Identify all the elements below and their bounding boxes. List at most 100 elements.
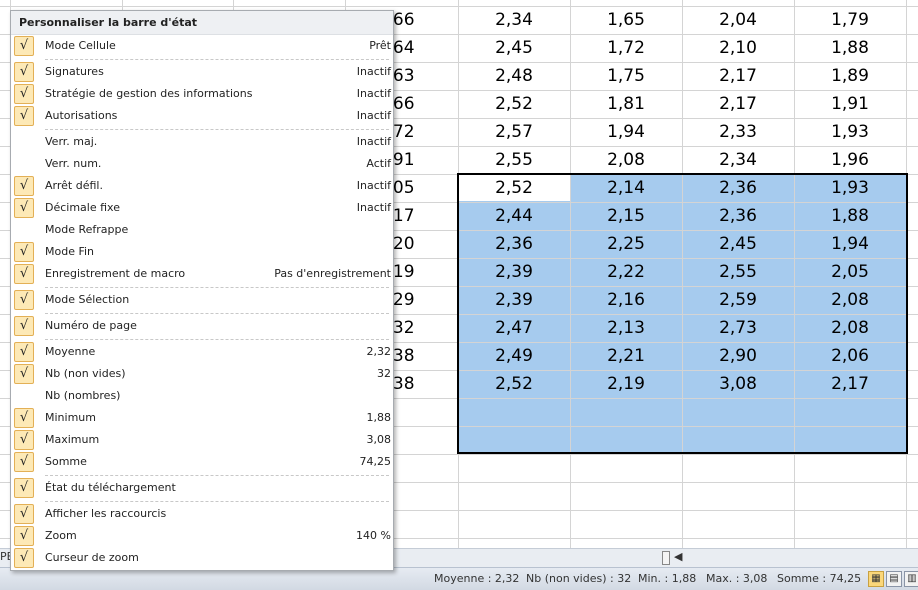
menu-item-value: 140 % [356,529,391,542]
menu-item-label: Mode Fin [45,245,95,258]
cell[interactable]: 1,91 [794,90,906,118]
menu-item-label: Zoom [45,529,77,542]
menu-item-value: 32 [377,367,391,380]
checkmark-icon: √ [14,430,34,450]
cell[interactable]: 2,17 [682,62,794,90]
menu-item[interactable]: √ Stratégie de gestion des informations In… [11,83,393,105]
cell[interactable]: 2,45 [458,34,570,62]
menu-item-label: Minimum [45,411,96,424]
menu-item[interactable]: √ Somme 74,25 [11,451,393,473]
menu-item-label: Décimale fixe [45,201,120,214]
menu-item[interactable]: Nb (nombres) [11,385,393,407]
status-min: Min. : 1,88 [638,572,697,585]
menu-item-value: Actif [366,157,391,170]
menu-item[interactable]: √ Enregistrement de macro Pas d'enregistre… [11,263,393,285]
cell[interactable]: 1,89 [794,62,906,90]
menu-item[interactable]: √ Nb (non vides) 32 [11,363,393,385]
checkmark-icon: √ [14,342,34,362]
normal-view-icon[interactable]: ▦ [868,571,884,587]
menu-title: Personnaliser la barre d'état [11,11,393,35]
menu-item-label: Verr. maj. [45,135,98,148]
cell[interactable]: 2,34 [682,146,794,174]
menu-item-value: Inactif [356,109,391,122]
menu-item[interactable]: √ Mode Cellule Prêt [11,35,393,57]
checkmark-icon: √ [14,504,34,524]
menu-item-value: Inactif [356,65,391,78]
menu-item-label: Afficher les raccourcis [45,507,167,520]
cell[interactable]: 2,55 [458,146,570,174]
customize-status-bar-menu: Personnaliser la barre d'état √ Mode Cell… [10,10,394,571]
page-break-icon[interactable]: ▥ [904,571,918,587]
status-count: Nb (non vides) : 32 [526,572,632,585]
cell[interactable]: 1,94 [570,118,682,146]
cell[interactable]: 1,65 [570,6,682,34]
cell[interactable]: 2,48 [458,62,570,90]
cell[interactable]: 2,10 [682,34,794,62]
menu-item-value: 74,25 [359,455,392,468]
menu-item[interactable]: Verr. maj. Inactif [11,131,393,153]
checkmark-icon: √ [14,176,34,196]
menu-item[interactable]: √ Arrêt défil. Inactif [11,175,393,197]
menu-item-value: Inactif [356,179,391,192]
checkmark-icon: √ [14,84,34,104]
page-layout-icon[interactable]: ▤ [886,571,902,587]
checkmark-icon: √ [14,364,34,384]
menu-item[interactable]: √ Zoom 140 % [11,525,393,547]
checkmark-icon: √ [14,548,34,568]
menu-item[interactable]: √ État du téléchargement [11,477,393,499]
checkmark-icon: √ [14,526,34,546]
menu-item[interactable]: √ Afficher les raccourcis [11,503,393,525]
cell[interactable]: 1,93 [794,118,906,146]
checkmark-icon: √ [14,198,34,218]
cell[interactable]: 1,72 [570,34,682,62]
menu-item-label: Enregistrement de macro [45,267,186,280]
menu-item[interactable]: √ Décimale fixe Inactif [11,197,393,219]
menu-item[interactable]: Mode Refrappe [11,219,393,241]
cell[interactable]: 1,96 [794,146,906,174]
menu-item[interactable]: √ Mode Sélection [11,289,393,311]
cell[interactable]: 2,52 [458,90,570,118]
menu-item[interactable]: √ Numéro de page [11,315,393,337]
menu-item-value: Prêt [369,39,391,52]
cell[interactable]: 2,34 [458,6,570,34]
cell[interactable]: 2,33 [682,118,794,146]
cell[interactable]: 2,04 [682,6,794,34]
menu-item[interactable]: √ Minimum 1,88 [11,407,393,429]
scroll-left-arrow-icon[interactable]: ◀ [674,550,682,563]
cell[interactable]: 1,81 [570,90,682,118]
menu-item[interactable]: √ Maximum 3,08 [11,429,393,451]
menu-item-value: 1,88 [366,411,392,424]
checkmark-icon: √ [14,62,34,82]
menu-item[interactable]: √ Curseur de zoom [11,547,393,569]
menu-item-label: État du téléchargement [45,481,176,494]
menu-item-label: Arrêt défil. [45,179,103,192]
checkmark-icon: √ [14,478,34,498]
menu-item-label: Numéro de page [45,319,137,332]
menu-item-label: Signatures [45,65,104,78]
menu-item[interactable]: √ Signatures Inactif [11,61,393,83]
menu-item-label: Mode Cellule [45,39,116,52]
cell[interactable]: 1,79 [794,6,906,34]
checkmark-icon: √ [14,106,34,126]
checkmark-icon: √ [14,408,34,428]
menu-item-label: Nb (non vides) [45,367,126,380]
cell[interactable]: 2,57 [458,118,570,146]
menu-item[interactable]: Verr. num. Actif [11,153,393,175]
checkmark-icon: √ [14,452,34,472]
cell[interactable]: 2,17 [682,90,794,118]
menu-item-label: Curseur de zoom [45,551,139,564]
cell[interactable]: 2,08 [570,146,682,174]
menu-item-label: Verr. num. [45,157,102,170]
menu-item[interactable]: √ Moyenne 2,32 [11,341,393,363]
menu-item-value: Inactif [356,135,391,148]
menu-item-label: Mode Refrappe [45,223,129,236]
menu-item-label: Mode Sélection [45,293,130,306]
menu-item-value: Pas d'enregistrement [274,267,391,280]
menu-item[interactable]: √ Autorisations Inactif [11,105,393,127]
cell[interactable]: 1,75 [570,62,682,90]
cell[interactable]: 1,88 [794,34,906,62]
scroll-thumb[interactable] [662,551,670,565]
menu-item-label: Somme [45,455,87,468]
menu-item-value: 3,08 [366,433,392,446]
menu-item[interactable]: √ Mode Fin [11,241,393,263]
